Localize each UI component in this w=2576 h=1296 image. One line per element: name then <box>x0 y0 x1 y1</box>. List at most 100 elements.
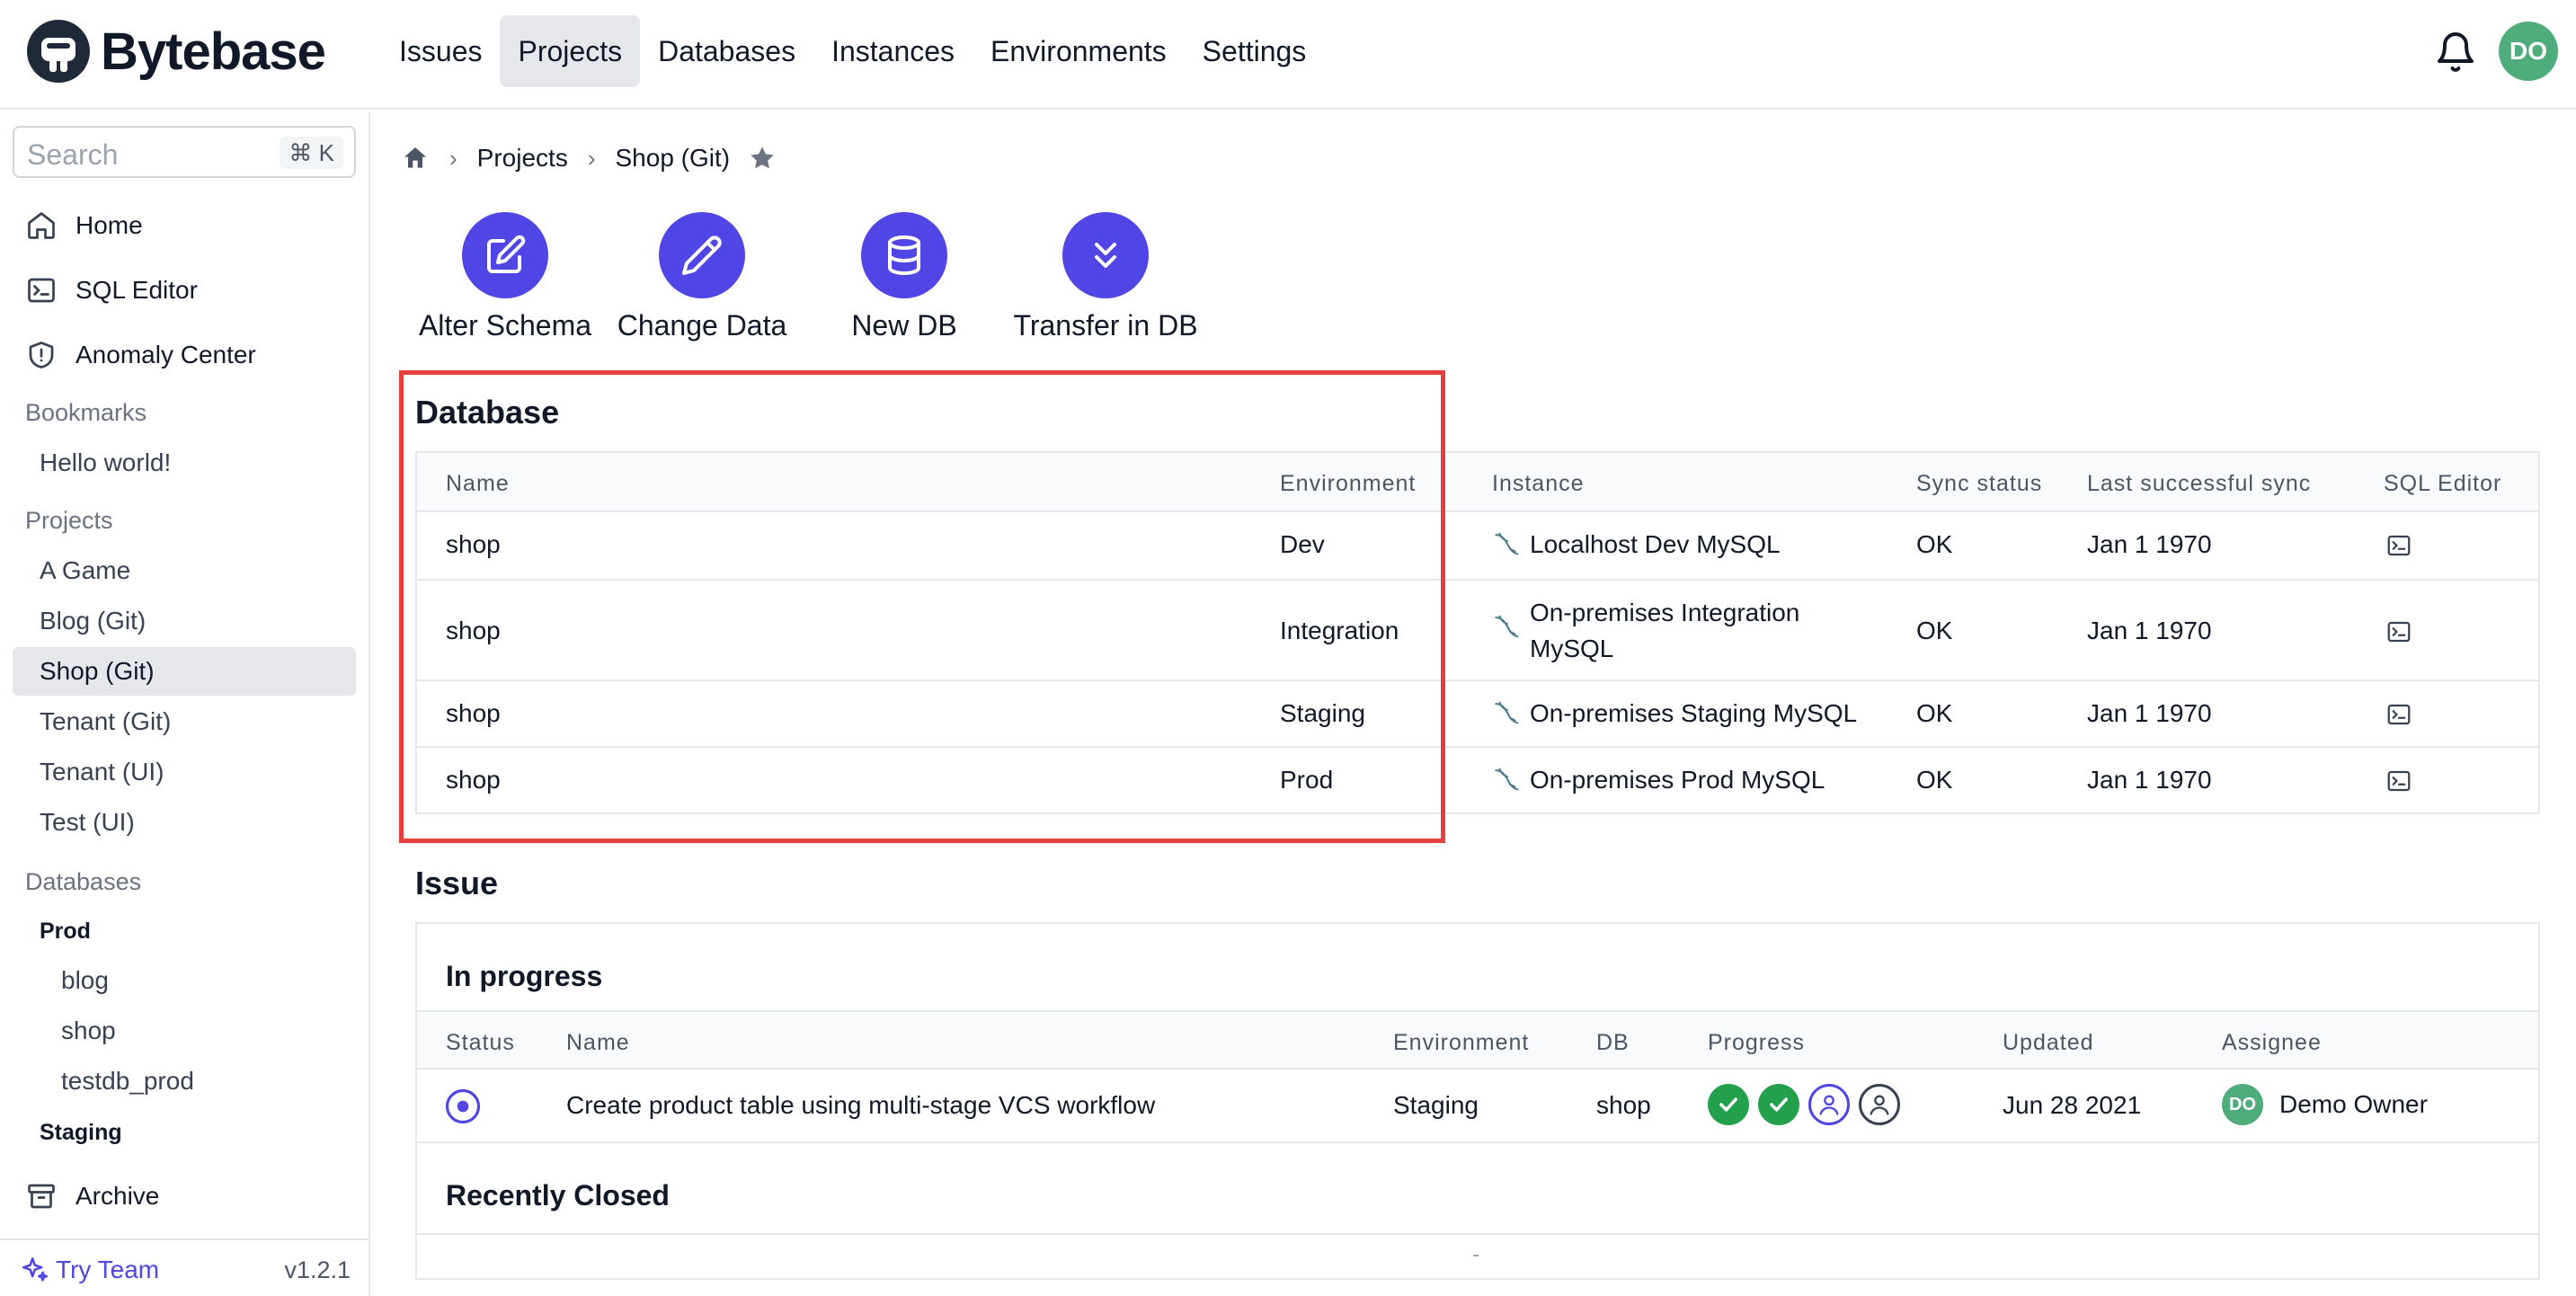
sidebar-db-testdb-prod[interactable]: testdb_prod <box>13 1057 356 1105</box>
col-name[interactable]: Name <box>566 1030 630 1056</box>
sql-editor-icon[interactable] <box>2385 532 2412 559</box>
transfer-in-db-button[interactable]: Transfer in DB <box>998 212 1213 342</box>
database-section-title: Database <box>415 394 560 431</box>
sidebar-item-sql-editor[interactable]: SQL Editor <box>13 266 356 315</box>
nav-environments[interactable]: Environments <box>973 15 1185 87</box>
nav-projects[interactable]: Projects <box>500 15 641 87</box>
issue-section-title: Issue <box>415 865 499 901</box>
terminal-icon <box>28 278 55 303</box>
projects-heading: Projects <box>25 507 113 534</box>
in-progress-title: In progress <box>446 960 603 992</box>
db-instance: On-premises Prod MySQL <box>1492 762 1888 798</box>
db-instance-label: Localhost Dev MySQL <box>1530 530 1781 558</box>
nav-databases[interactable]: Databases <box>640 15 813 87</box>
db-last-sync: Jan 1 1970 <box>2087 530 2212 558</box>
progress-step-current[interactable] <box>1808 1084 1850 1125</box>
recently-closed-title: Recently Closed <box>446 1179 670 1212</box>
sidebar-item-label: Home <box>76 211 143 239</box>
try-team-link[interactable]: Try Team <box>20 1255 159 1285</box>
new-db-circle <box>861 212 947 298</box>
col-name[interactable]: Name <box>446 471 510 497</box>
edit-square-icon <box>487 235 526 273</box>
sidebar-project-test-ui[interactable]: Test (UI) <box>13 798 356 847</box>
col-instance[interactable]: Instance <box>1492 471 1585 497</box>
change-data-button[interactable]: Change Data <box>594 212 810 342</box>
db-sync-status: OK <box>1916 766 1953 794</box>
table-row[interactable]: shop Prod On-premises Prod MySQL OK Jan … <box>417 748 2538 812</box>
issue-name[interactable]: Create product table using multi-stage V… <box>566 1087 1155 1123</box>
db-sync-status: OK <box>1916 530 1953 558</box>
bookmark-hello-world[interactable]: Hello world! <box>13 439 356 487</box>
database-icon <box>888 235 920 275</box>
sidebar-project-shop-git[interactable]: Shop (Git) <box>13 647 356 696</box>
table-row[interactable]: shop Dev Localhost Dev MySQL OK Jan 1 19… <box>417 512 2538 581</box>
breadcrumb-current: Shop (Git) <box>615 144 731 172</box>
home-icon <box>28 212 55 239</box>
nav-settings[interactable]: Settings <box>1185 15 1325 87</box>
nav-instances[interactable]: Instances <box>813 15 973 87</box>
transfer-in-db-label: Transfer in DB <box>1013 309 1198 342</box>
db-instance: On-premises Staging MySQL <box>1492 696 1888 732</box>
col-assignee[interactable]: Assignee <box>2222 1030 2322 1056</box>
sidebar-project-blog-git[interactable]: Blog (Git) <box>13 597 356 645</box>
col-sql-editor[interactable]: SQL Editor <box>2384 471 2501 497</box>
db-name: shop <box>446 766 501 794</box>
sidebar: Search ⌘ K Home SQL Editor Anomaly Cente… <box>0 111 370 1296</box>
col-updated[interactable]: Updated <box>2003 1030 2094 1056</box>
home-icon[interactable] <box>401 144 430 173</box>
search-placeholder: Search <box>27 138 119 171</box>
db-name: shop <box>446 530 501 558</box>
progress-step-done[interactable] <box>1758 1084 1799 1125</box>
table-row[interactable]: shop Staging On-premises Staging MySQL O… <box>417 681 2538 748</box>
issue-environment: Staging <box>1393 1091 1479 1119</box>
db-name: shop <box>446 617 501 644</box>
nav-issues[interactable]: Issues <box>381 15 500 87</box>
db-environment: Integration <box>1280 617 1399 644</box>
sidebar-db-blog[interactable]: blog <box>13 956 356 1005</box>
sql-editor-icon[interactable] <box>2385 618 2412 645</box>
check-icon <box>1770 1097 1788 1112</box>
sidebar-footer: Try Team v1.2.1 <box>0 1238 369 1296</box>
mysql-icon <box>1495 615 1519 638</box>
db-environment: Prod <box>1280 766 1334 794</box>
search-input[interactable]: Search ⌘ K <box>13 126 356 178</box>
user-avatar[interactable]: DO <box>2499 22 2558 81</box>
sql-editor-icon[interactable] <box>2385 768 2412 794</box>
bell-icon[interactable] <box>2434 31 2477 74</box>
new-db-button[interactable]: New DB <box>796 212 1012 342</box>
sidebar-item-home[interactable]: Home <box>13 201 356 250</box>
sidebar-db-shop[interactable]: shop <box>13 1007 356 1055</box>
alter-schema-button[interactable]: Alter Schema <box>397 212 613 342</box>
check-icon <box>1719 1097 1737 1112</box>
mysql-icon <box>1495 701 1519 724</box>
table-row[interactable]: shop Integration On-premises Integration… <box>417 581 2538 681</box>
issue-table-header: Status Name Environment DB Progress Upda… <box>417 1010 2538 1070</box>
col-sync-status[interactable]: Sync status <box>1916 471 2042 497</box>
col-environment[interactable]: Environment <box>1280 471 1416 497</box>
breadcrumb-separator: › <box>587 144 596 172</box>
bytebase-logo[interactable]: Bytebase <box>25 18 326 84</box>
sidebar-item-archive[interactable]: Archive <box>13 1172 356 1221</box>
sql-editor-icon[interactable] <box>2385 701 2412 728</box>
col-environment[interactable]: Environment <box>1393 1030 1529 1056</box>
sidebar-project-tenant-git[interactable]: Tenant (Git) <box>13 697 356 746</box>
col-last-sync[interactable]: Last successful sync <box>2087 471 2311 497</box>
col-progress[interactable]: Progress <box>1708 1030 1805 1056</box>
db-sync-status: OK <box>1916 699 1953 727</box>
recently-closed-empty: - <box>1472 1240 1480 1267</box>
breadcrumb-projects[interactable]: Projects <box>477 144 568 173</box>
progress-step-pending[interactable] <box>1859 1084 1900 1125</box>
table-row[interactable]: Create product table using multi-stage V… <box>417 1070 2538 1143</box>
progress-step-done[interactable] <box>1708 1084 1749 1125</box>
sidebar-item-anomaly-center[interactable]: Anomaly Center <box>13 331 356 379</box>
col-db[interactable]: DB <box>1596 1030 1630 1056</box>
issue-assignee[interactable]: DO Demo Owner <box>2222 1084 2428 1125</box>
sidebar-project-a-game[interactable]: A Game <box>13 546 356 595</box>
db-last-sync: Jan 1 1970 <box>2087 766 2212 794</box>
breadcrumb-separator: › <box>449 144 457 172</box>
star-icon[interactable] <box>748 144 777 173</box>
sidebar-project-tenant-ui[interactable]: Tenant (UI) <box>13 748 356 796</box>
databases-heading: Databases <box>25 868 142 895</box>
top-header: Bytebase Issues Projects Databases Insta… <box>0 0 2576 110</box>
col-status[interactable]: Status <box>446 1030 515 1056</box>
